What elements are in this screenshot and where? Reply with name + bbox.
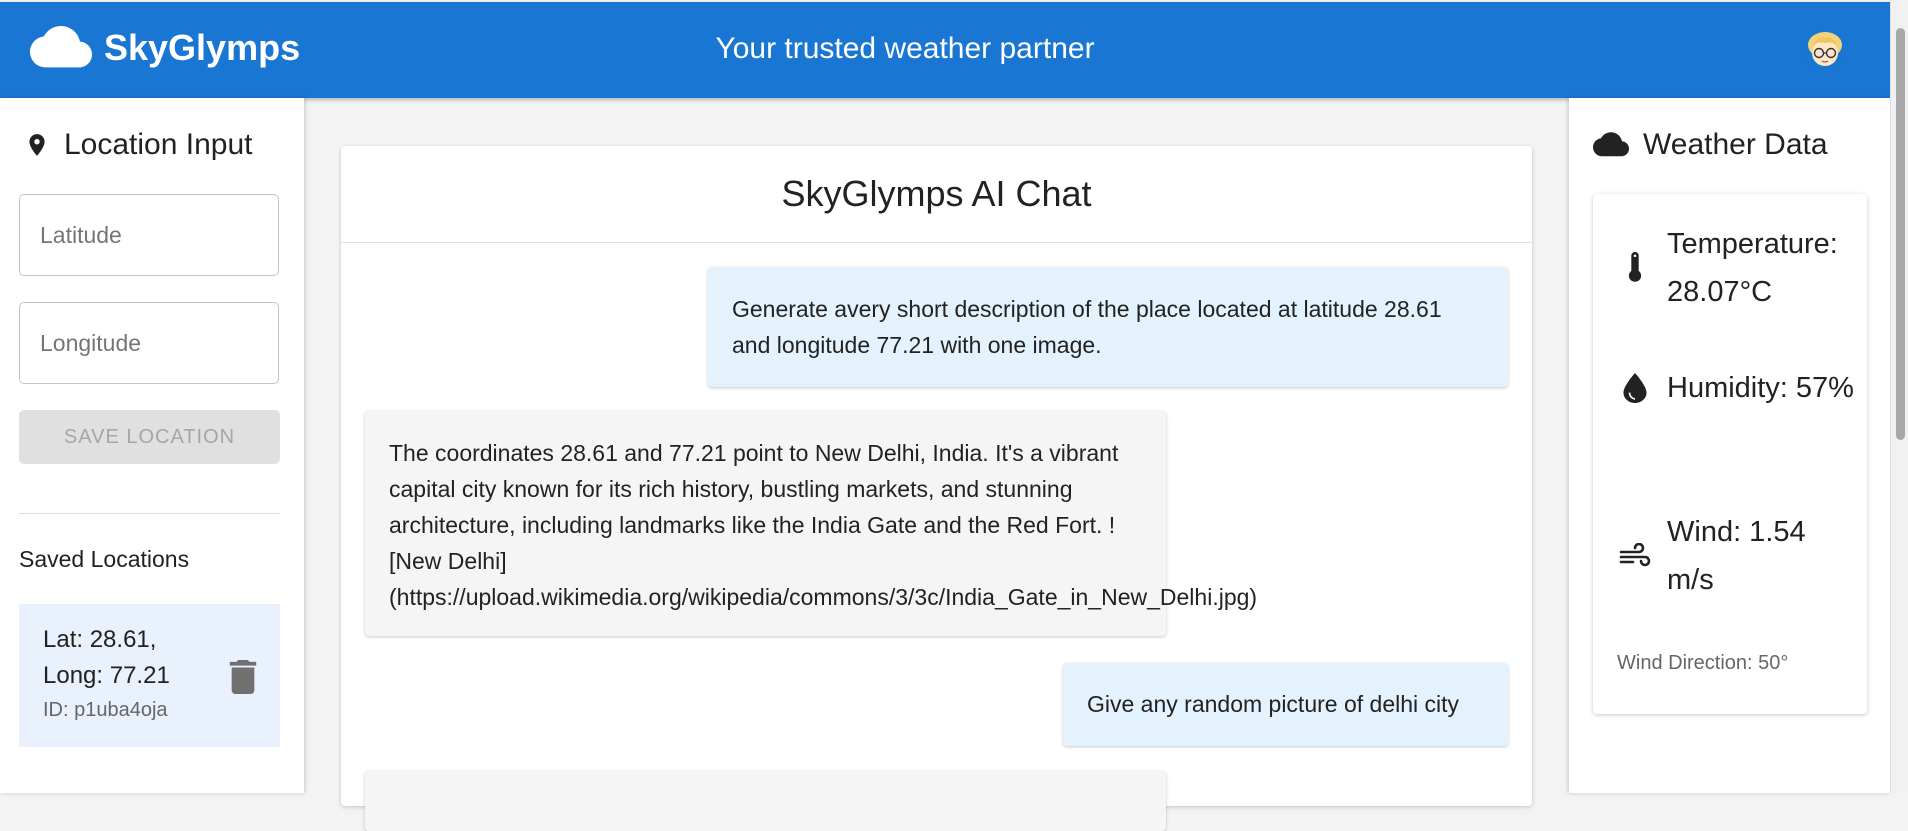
- delete-location-button[interactable]: [229, 660, 257, 694]
- temperature-row: Temperature: 28.07°C: [1619, 220, 1857, 316]
- wind-value: Wind: 1.54 m/s: [1667, 516, 1806, 596]
- water-drop-icon: [1619, 373, 1651, 403]
- location-pin-icon: [29, 134, 45, 156]
- temperature-value: Temperature: 28.07°C: [1667, 228, 1838, 308]
- trash-icon: [229, 660, 257, 694]
- chat-message-user: Generate avery short description of the …: [708, 267, 1508, 387]
- wind-icon: [1619, 543, 1651, 569]
- message-link[interactable]: (https://upload.wikimedia.org/wikipedia/…: [389, 579, 1257, 615]
- tagline: Your trusted weather partner: [715, 32, 1095, 65]
- wind-direction: Wind Direction: 50°: [1617, 652, 1789, 674]
- longitude-field[interactable]: [19, 302, 279, 384]
- cloud-icon: [1593, 132, 1629, 157]
- chat-title: SkyGlymps AI Chat: [341, 146, 1532, 243]
- chat-message-assistant: [365, 771, 1166, 831]
- saved-location-long: Long: 77.21: [43, 662, 170, 689]
- latitude-input[interactable]: [20, 195, 278, 275]
- latitude-field[interactable]: [19, 194, 279, 276]
- message-text: Generate avery short description of the …: [732, 296, 1442, 358]
- chat-card: SkyGlymps AI Chat Generate avery short d…: [341, 146, 1532, 831]
- avatar[interactable]: [1804, 29, 1846, 71]
- divider: [19, 513, 280, 514]
- weather-panel-title: Weather Data: [1593, 128, 1828, 162]
- save-location-button[interactable]: SAVE LOCATION: [19, 410, 280, 464]
- location-panel-title-text: Location Input: [64, 128, 253, 161]
- avatar-image: [1804, 29, 1846, 71]
- saved-location-item[interactable]: Lat: 28.61, Long: 77.21 ID: p1uba4oja: [19, 604, 280, 747]
- message-text: Give any random picture of delhi city: [1087, 691, 1460, 717]
- thermometer-icon: [1619, 252, 1651, 284]
- longitude-input[interactable]: [20, 303, 278, 383]
- scrollbar-thumb[interactable]: [1896, 28, 1905, 440]
- page-scrollbar[interactable]: [1890, 0, 1908, 793]
- humidity-row: Humidity: 57%: [1619, 364, 1857, 412]
- chat-message-user: Give any random picture of delhi city: [1063, 663, 1508, 746]
- saved-locations-title: Saved Locations: [19, 546, 190, 572]
- weather-panel: Weather Data Temperature: 28.07°C Humidi…: [1569, 98, 1890, 793]
- chat-message-assistant: The coordinates 28.61 and 77.21 point to…: [365, 411, 1257, 636]
- weather-card: Temperature: 28.07°C Humidity: 57% Wind:…: [1593, 194, 1867, 714]
- location-panel-title: Location Input: [24, 128, 252, 162]
- wind-row: Wind: 1.54 m/s: [1619, 508, 1857, 604]
- message-text: The coordinates 28.61 and 77.21 point to…: [389, 440, 1119, 574]
- humidity-value: Humidity: 57%: [1667, 372, 1854, 404]
- app-header: SkyGlymps Your trusted weather partner: [0, 2, 1890, 98]
- saved-location-id: ID: p1uba4oja: [43, 699, 168, 721]
- location-panel: Location Input SAVE LOCATION Saved Locat…: [0, 98, 304, 793]
- weather-panel-title-text: Weather Data: [1643, 128, 1828, 161]
- saved-location-lat: Lat: 28.61,: [43, 626, 157, 653]
